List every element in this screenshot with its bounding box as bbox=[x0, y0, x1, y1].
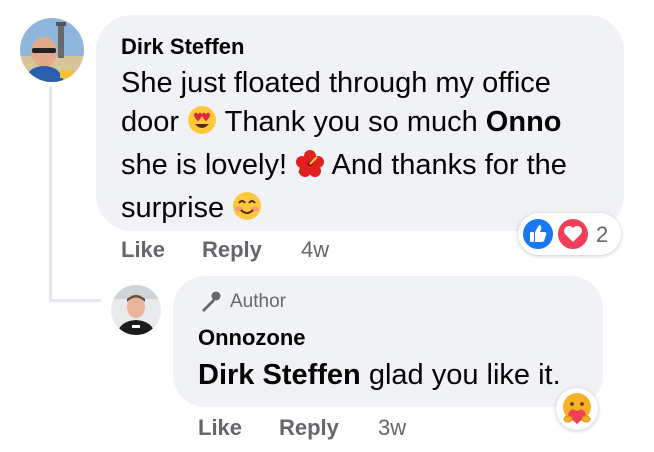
reply-body: Dirk Steffen glad you like it. bbox=[198, 356, 561, 395]
reply-text: glad you like it. bbox=[368, 359, 561, 391]
care-reaction-icon bbox=[559, 391, 595, 432]
thread-connector-horizontal bbox=[49, 299, 101, 302]
comment-text-line: She just floated through my office bbox=[121, 67, 551, 99]
smiling-emoji bbox=[232, 191, 262, 232]
love-reaction-icon bbox=[556, 217, 590, 256]
author-badge-label: Author bbox=[230, 291, 286, 312]
avatar-dirk-steffen[interactable] bbox=[20, 18, 84, 82]
comment-text-line: door bbox=[121, 106, 180, 138]
reaction-summary[interactable]: 2 bbox=[518, 213, 621, 255]
avatar-onnozone[interactable] bbox=[111, 285, 161, 335]
reply-button[interactable]: Reply bbox=[202, 237, 262, 263]
comment-text-line: Thank you so much bbox=[224, 106, 478, 138]
reply-button[interactable]: Reply bbox=[279, 415, 339, 441]
like-reaction-icon bbox=[521, 217, 555, 256]
like-button[interactable]: Like bbox=[121, 237, 165, 263]
comment-author-name[interactable]: Dirk Steffen bbox=[121, 34, 244, 60]
microphone-icon bbox=[202, 291, 221, 312]
thread-connector-vertical bbox=[49, 86, 52, 302]
comment-text-line: she is lovely! bbox=[121, 149, 288, 181]
comment-text-line: surprise bbox=[121, 192, 225, 224]
comment-timestamp[interactable]: 4w bbox=[301, 237, 329, 263]
reply-reaction-summary[interactable] bbox=[556, 388, 598, 430]
heart-eyes-emoji bbox=[187, 105, 217, 146]
hibiscus-emoji bbox=[295, 148, 325, 189]
comment-text-line: And thanks for the bbox=[331, 149, 567, 181]
mention-dirk-steffen[interactable]: Dirk Steffen bbox=[198, 359, 361, 391]
comment-body: She just floated through my office door … bbox=[121, 64, 621, 232]
mention-onno[interactable]: Onno bbox=[486, 106, 562, 138]
like-button[interactable]: Like bbox=[198, 415, 242, 441]
reply-timestamp[interactable]: 3w bbox=[378, 415, 406, 441]
reply-author-name[interactable]: Onnozone bbox=[198, 325, 306, 351]
reaction-count: 2 bbox=[596, 222, 609, 247]
